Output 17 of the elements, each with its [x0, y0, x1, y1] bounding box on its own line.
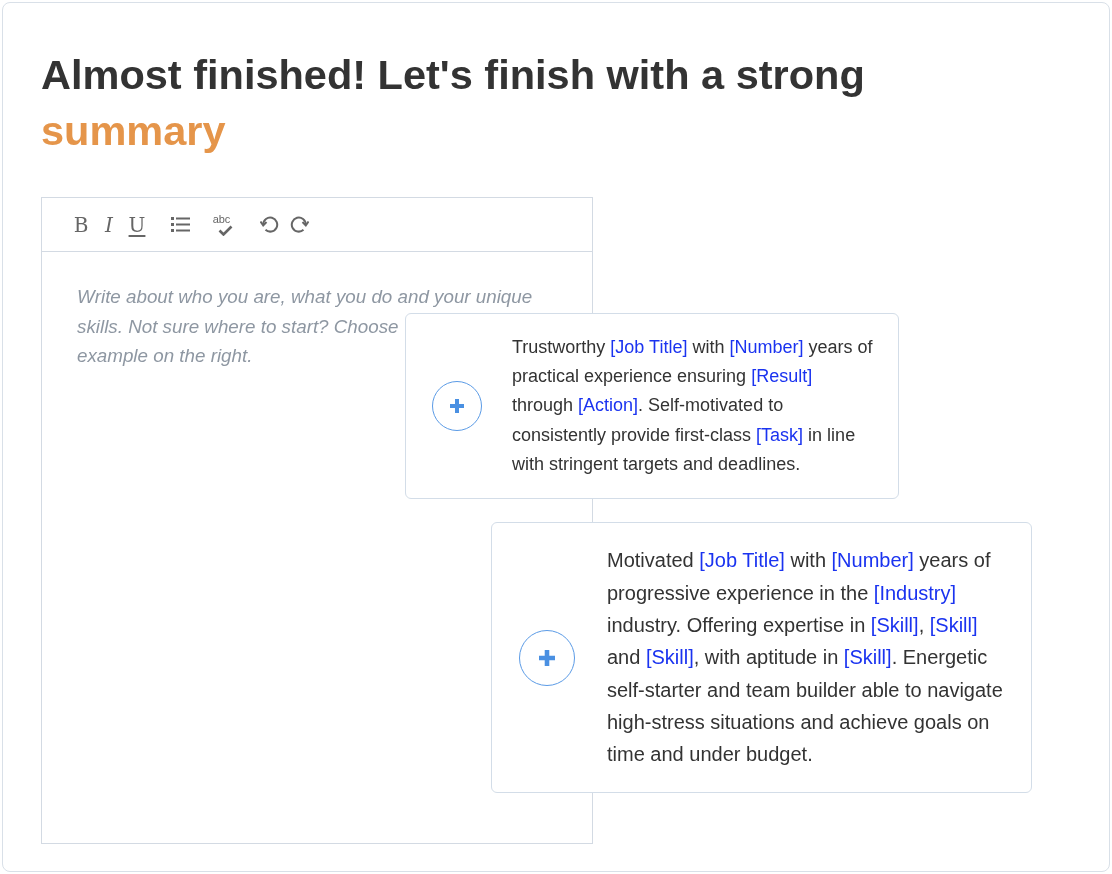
bold-button[interactable]: B — [70, 212, 92, 237]
plus-icon — [450, 399, 464, 413]
suggestion-text: Trustworthy [Job Title] with [Number] years of practical experience ensuring [Result] through [Action]. Self-motivated to consistently provide first-class [Task] in line with stringent targets and deadlines. — [512, 335, 874, 476]
undo-button[interactable] — [260, 215, 279, 234]
check-icon — [218, 224, 233, 236]
redo-button[interactable] — [290, 215, 309, 234]
spellcheck-button[interactable]: abc — [210, 213, 233, 236]
plus-icon — [539, 649, 555, 666]
italic-button[interactable]: I — [98, 212, 120, 237]
page-heading: Almost finished! Let's finish with a strong summary — [41, 50, 866, 156]
bullet-list-button[interactable] — [171, 217, 190, 232]
undo-icon — [260, 215, 279, 234]
redo-icon — [290, 215, 309, 234]
underline-button[interactable]: U — [126, 212, 148, 237]
bullet-list-icon — [171, 217, 190, 232]
add-button[interactable] — [432, 381, 482, 431]
suggestion-text: Motivated [Job Title] with [Number] years of progressive experience in the [Industry] industry. Offering expertise in [Skill], [Skill] and [Skill], with aptitude in [Skill]. Energetic self-starter and team builder able to navigate high-stress situations and achieve goals on time and under budget. — [607, 548, 1004, 768]
